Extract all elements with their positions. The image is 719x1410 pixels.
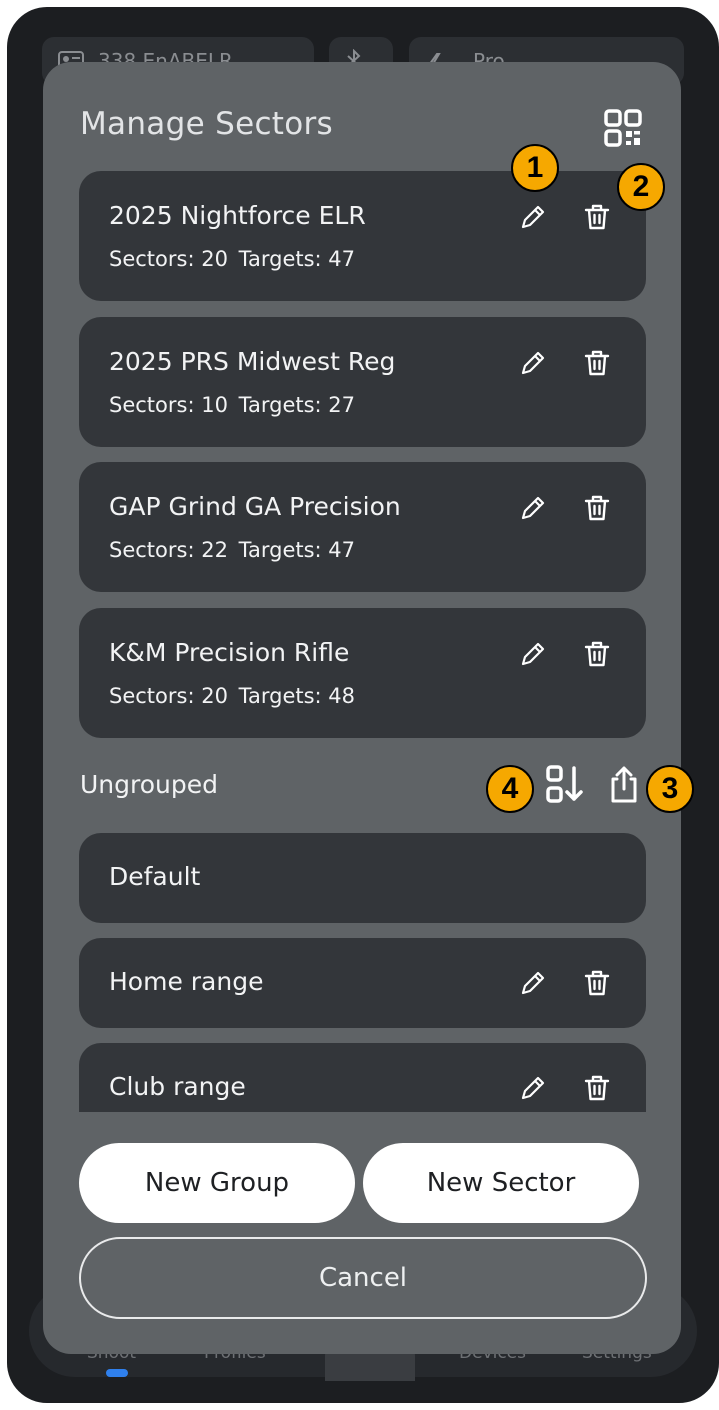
trash-icon[interactable] [581, 967, 613, 999]
group-stats: Sectors: 22 Targets: 47 [109, 538, 359, 562]
sector-name: Club range [109, 1072, 246, 1101]
group-card[interactable]: K&M Precision Rifle Sectors: 20 Targets:… [79, 608, 646, 738]
sector-name: Default [109, 862, 201, 891]
sector-item[interactable]: Home range [79, 938, 646, 1028]
group-stats: Sectors: 10 Targets: 27 [109, 393, 359, 417]
group-stats: Sectors: 20 Targets: 48 [109, 684, 359, 708]
manage-sectors-dialog: Manage Sectors 2025 Nightforce ELR Secto… [43, 62, 681, 1354]
targets-count: Targets: 27 [238, 393, 356, 417]
sort-icon[interactable] [545, 764, 585, 804]
cancel-button[interactable]: Cancel [79, 1237, 647, 1319]
pencil-icon[interactable] [517, 201, 549, 233]
sector-item[interactable]: Club range [79, 1043, 646, 1112]
share-icon[interactable] [608, 764, 640, 804]
trash-icon[interactable] [581, 201, 613, 233]
trash-icon[interactable] [581, 347, 613, 379]
pencil-icon[interactable] [517, 347, 549, 379]
annotation-badge-3: 3 [646, 765, 694, 813]
sectors-count: Sectors: 20 [109, 684, 228, 708]
group-name: GAP Grind GA Precision [109, 492, 401, 521]
sectors-count: Sectors: 20 [109, 247, 228, 271]
pencil-icon[interactable] [517, 638, 549, 670]
ungrouped-heading: Ungrouped [80, 770, 219, 799]
dialog-title: Manage Sectors [80, 106, 334, 142]
trash-icon[interactable] [581, 638, 613, 670]
group-stats: Sectors: 20 Targets: 47 [109, 247, 359, 271]
trash-icon[interactable] [581, 492, 613, 524]
group-card[interactable]: 2025 Nightforce ELR Sectors: 20 Targets:… [79, 171, 646, 301]
annotation-badge-2: 2 [617, 163, 665, 211]
trash-icon[interactable] [581, 1072, 613, 1104]
sector-item[interactable]: Default [79, 833, 646, 923]
pencil-icon[interactable] [517, 967, 549, 999]
ungrouped-list[interactable]: Default Home range Club range [43, 822, 681, 1112]
sector-name: Home range [109, 967, 264, 996]
annotation-badge-4: 4 [486, 765, 534, 813]
new-sector-button[interactable]: New Sector [363, 1143, 639, 1223]
sectors-count: Sectors: 22 [109, 538, 228, 562]
targets-count: Targets: 47 [238, 538, 356, 562]
group-name: K&M Precision Rifle [109, 638, 350, 667]
annotation-badge-1: 1 [511, 144, 559, 192]
pencil-icon[interactable] [517, 1072, 549, 1104]
new-group-button[interactable]: New Group [79, 1143, 355, 1223]
group-card[interactable]: GAP Grind GA Precision Sectors: 22 Targe… [79, 462, 646, 592]
pencil-icon[interactable] [517, 492, 549, 524]
group-card[interactable]: 2025 PRS Midwest Reg Sectors: 10 Targets… [79, 317, 646, 447]
qr-code-icon[interactable] [603, 108, 643, 148]
nav-active-indicator [106, 1369, 128, 1377]
group-name: 2025 Nightforce ELR [109, 201, 366, 230]
sectors-count: Sectors: 10 [109, 393, 228, 417]
group-name: 2025 PRS Midwest Reg [109, 347, 396, 376]
targets-count: Targets: 48 [238, 684, 356, 708]
targets-count: Targets: 47 [238, 247, 356, 271]
